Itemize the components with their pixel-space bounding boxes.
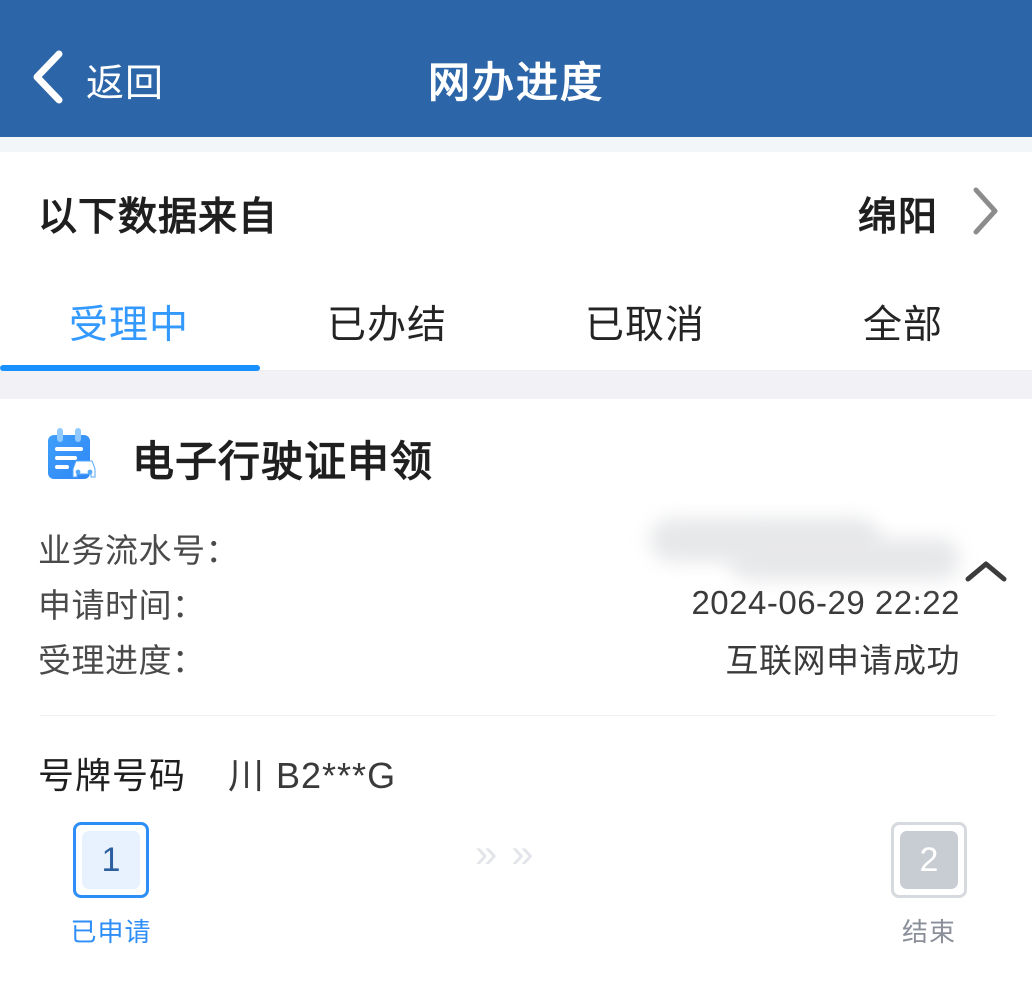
step-applied-label: 已申请	[70, 917, 152, 947]
step-finished-label: 结束	[901, 917, 956, 947]
header-gap-band	[0, 137, 1032, 152]
plate-number-label: 号牌号码	[38, 755, 187, 796]
region-selector-label: 以下数据来自	[38, 195, 279, 239]
region-selector[interactable]: 以下数据来自 绵阳	[0, 152, 1032, 275]
region-selector-value-group: 绵阳	[858, 185, 1002, 242]
status-tabs: 受理中 已办结 已取消 全部	[0, 275, 1032, 371]
double-chevron-right-icon-2: »	[511, 832, 534, 876]
chevron-right-icon	[968, 185, 1002, 242]
step-finished: 2 结束	[854, 822, 1004, 949]
vehicle-license-icon	[42, 425, 104, 492]
chevron-up-icon	[963, 557, 1009, 592]
detail-list: 业务流水号： 申请时间： 2024-06-29 22:22 受理进度： 互联网申…	[0, 510, 1032, 685]
tab-cancelled[interactable]: 已取消	[516, 294, 774, 350]
chevron-left-icon	[28, 49, 68, 110]
card-header: 电子行驶证申领	[0, 399, 1032, 510]
step-finished-box: 2	[891, 822, 967, 898]
redacted-serial-value	[650, 518, 960, 578]
detail-label-apply-time: 申请时间：	[38, 586, 206, 624]
tab-completed[interactable]: 已办结	[258, 294, 516, 350]
detail-row-serial: 业务流水号：	[0, 520, 1032, 575]
active-tab-indicator	[0, 365, 260, 371]
detail-row-apply-time: 申请时间： 2024-06-29 22:22	[0, 575, 1032, 630]
navigation-bar: 返回 网办进度	[0, 22, 1032, 137]
detail-value-progress: 互联网申请成功	[725, 641, 960, 679]
detail-value-apply-time: 2024-06-29 22:22	[691, 583, 960, 621]
tab-processing[interactable]: 受理中	[0, 294, 258, 350]
step-finished-number: 2	[900, 831, 958, 889]
double-chevron-right-icon-1: »	[475, 832, 498, 876]
progress-stepper: 1 已申请 » » 2 结束	[0, 804, 1032, 954]
region-selector-value: 绵阳	[857, 195, 938, 239]
detail-row-progress: 受理进度： 互联网申请成功	[0, 630, 1032, 685]
step-applied: 1 已申请	[36, 822, 186, 949]
application-card: 电子行驶证申领 业务流水号： 申请时间： 2024-06-29 22:22 受理…	[0, 399, 1032, 954]
back-label: 返回	[86, 63, 165, 105]
service-title: 电子行驶证申领	[132, 438, 434, 485]
back-button[interactable]: 返回	[0, 22, 164, 137]
section-gap	[0, 371, 1032, 399]
detail-label-serial: 业务流水号：	[38, 531, 239, 569]
detail-label-progress: 受理进度：	[38, 641, 206, 679]
tab-all[interactable]: 全部	[774, 294, 1032, 350]
step-applied-number: 1	[82, 831, 140, 889]
plate-number-row: 号牌号码 川 B2***G	[0, 716, 1032, 804]
status-bar	[0, 0, 1032, 22]
progress-arrows: » »	[475, 834, 534, 874]
plate-number-value: 川 B2***G	[228, 755, 397, 796]
step-applied-box: 1	[73, 822, 149, 898]
collapse-toggle[interactable]	[960, 548, 1012, 600]
